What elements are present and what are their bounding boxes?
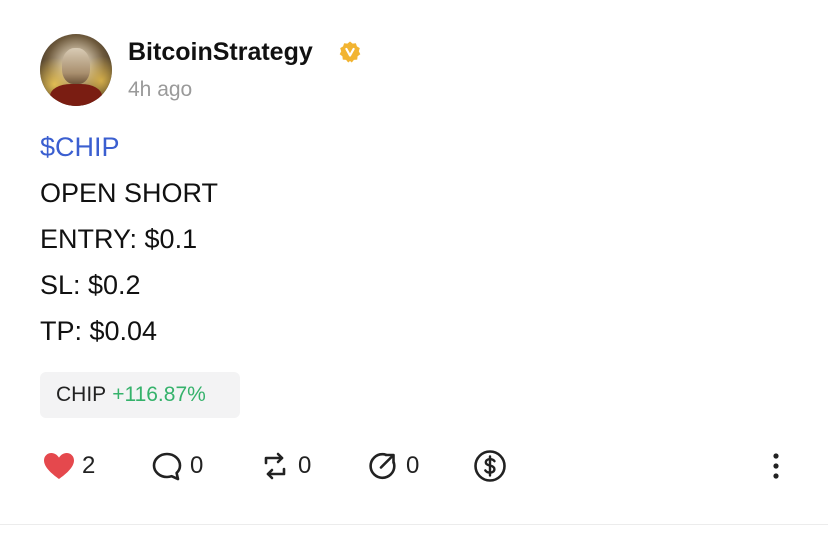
repost-button[interactable]: 0 [258,444,311,488]
avatar-face [62,48,90,84]
comment-button[interactable]: 0 [150,444,203,488]
tip-button[interactable] [473,444,507,488]
like-count: 2 [82,452,96,479]
post-line-2: ENTRY: $0.1 [40,224,198,254]
post-card: BitcoinStrategy 4h ago $CHIP OPEN SHORT … [0,0,828,540]
avatar[interactable] [40,34,112,106]
like-button[interactable]: 2 [42,444,95,488]
token-chip[interactable]: CHIP +116.87% [40,372,240,418]
repost-icon [264,452,286,480]
token-chip-symbol: CHIP [56,383,107,406]
verified-badge-icon [339,41,361,63]
post-line-4: TP: $0.04 [40,316,158,346]
ticker-link[interactable]: $CHIP [40,132,120,163]
post-timestamp: 4h ago [128,78,193,101]
token-chip-change: +116.87% [112,383,206,406]
dollar-coin-icon [474,450,506,482]
post-line-3: SL: $0.2 [40,270,141,300]
comment-icon [152,452,182,481]
author-name[interactable]: BitcoinStrategy [128,38,313,67]
share-icon [369,452,396,480]
more-options-button[interactable] [764,444,788,488]
repost-count: 0 [298,452,312,479]
more-vertical-icon [773,453,779,479]
heart-icon [44,453,74,479]
share-button[interactable]: 0 [366,444,419,488]
avatar-shirt [50,84,102,106]
post-divider [0,524,828,525]
action-bar: 2 0 0 0 [0,444,828,488]
post-line-1: OPEN SHORT [40,178,219,208]
share-count: 0 [406,452,420,479]
comment-count: 0 [190,452,204,479]
